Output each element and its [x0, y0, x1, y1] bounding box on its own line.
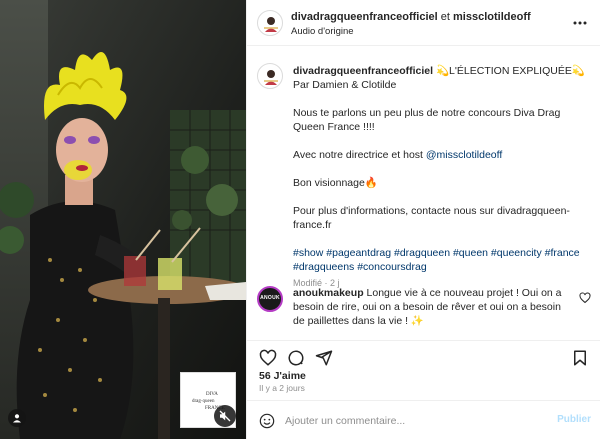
- post-modal: DIVA drag·queen FRANCE divadragqueenfran…: [0, 0, 600, 439]
- mention-link[interactable]: @missclotildeoff: [426, 149, 502, 161]
- caption-title: 💫L'ÉLECTION EXPLIQUÉE💫: [435, 65, 585, 77]
- bookmark-icon[interactable]: [571, 349, 589, 367]
- header-connector: et: [440, 11, 450, 23]
- comment-username-link[interactable]: anoukmakeup: [293, 287, 364, 299]
- caption-paragraph-4: Pour plus d'informations, contacte nous …: [293, 205, 570, 231]
- emoji-icon[interactable]: [259, 413, 275, 429]
- collaborator-username-link[interactable]: missclotildeoff: [453, 11, 531, 23]
- post-header: divadragqueenfranceofficiel et misscloti…: [247, 0, 600, 46]
- caption-avatar[interactable]: [257, 63, 283, 89]
- audio-link[interactable]: Audio d'origine: [291, 26, 354, 37]
- caption-username-link[interactable]: divadragqueenfranceofficiel: [293, 65, 433, 77]
- comment-heart-icon[interactable]: [579, 292, 591, 304]
- caption-paragraph-3: Bon visionnage🔥: [293, 177, 378, 189]
- caption-paragraph-1: Nous te parlons un peu plus de notre con…: [293, 107, 561, 133]
- share-icon[interactable]: [315, 349, 333, 367]
- more-horizontal-icon[interactable]: [572, 15, 588, 31]
- comment-item: ANOUK anoukmakeup Longue vie à ce nouvea…: [247, 284, 600, 340]
- post-video[interactable]: DIVA drag·queen FRANCE: [0, 0, 246, 439]
- publish-button[interactable]: Publier: [557, 414, 591, 425]
- post-caption: divadragqueenfranceofficiel 💫L'ÉLECTION …: [293, 64, 593, 290]
- avatar[interactable]: [257, 10, 283, 36]
- mute-icon[interactable]: [214, 405, 236, 427]
- logo-text-line-1: DIVA: [206, 392, 218, 397]
- comment-body: anoukmakeup Longue vie à ce nouveau proj…: [293, 286, 573, 328]
- caption-hashtags[interactable]: #show #pageantdrag #dragqueen #queen #qu…: [293, 246, 593, 274]
- tagged-user-icon[interactable]: [8, 409, 26, 427]
- comment-icon[interactable]: [287, 349, 305, 367]
- post-timestamp: Il y a 2 jours: [259, 383, 305, 393]
- comments-scroll-area[interactable]: divadragqueenfranceofficiel 💫L'ÉLECTION …: [247, 46, 600, 340]
- header-usernames: divadragqueenfranceofficiel et misscloti…: [291, 11, 531, 23]
- author-username-link[interactable]: divadragqueenfranceofficiel: [291, 11, 438, 23]
- likes-count[interactable]: 56 J'aime: [259, 370, 306, 382]
- caption-paragraph-2: Avec notre directrice et host: [293, 149, 426, 161]
- heart-icon[interactable]: [259, 349, 277, 367]
- comment-avatar[interactable]: ANOUK: [257, 286, 283, 312]
- post-side-panel: divadragqueenfranceofficiel et misscloti…: [246, 0, 600, 439]
- comment-input[interactable]: [285, 411, 535, 431]
- comment-composer: Publier: [247, 400, 600, 439]
- logo-text-line-2: drag·queen: [192, 399, 215, 404]
- caption-by-line: Par Damien & Clotilde: [293, 79, 397, 91]
